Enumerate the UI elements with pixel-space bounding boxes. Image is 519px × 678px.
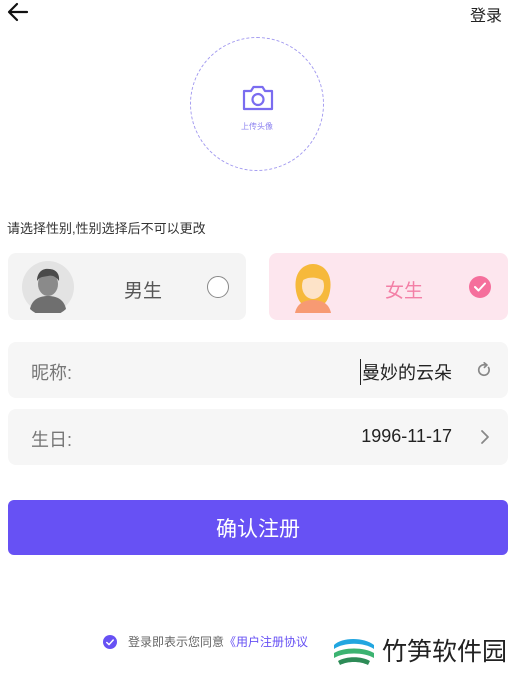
gender-label-male: 男生	[124, 281, 163, 302]
user-agreement-link[interactable]: 《用户注册协议	[224, 633, 308, 650]
nickname-input[interactable]: 曼妙的云朵	[360, 359, 452, 385]
bamboo-logo-icon	[333, 629, 375, 671]
birthday-label: 生日:	[31, 430, 73, 450]
gender-hint: 请选择性别,性别选择后不可以更改	[7, 221, 206, 236]
chevron-right-icon[interactable]	[480, 429, 490, 445]
agreement-checkbox[interactable]	[103, 634, 117, 649]
upload-avatar-label: 上传头像	[241, 122, 273, 131]
birthday-value[interactable]: 1996-11-17	[361, 426, 452, 447]
avatar-upload[interactable]: 上传头像	[190, 37, 324, 171]
agreement-text: 登录即表示您同意	[128, 635, 225, 649]
gender-option-female[interactable]: 女生	[269, 253, 508, 320]
nickname-label: 昵称:	[31, 363, 73, 383]
birthday-row[interactable]: 生日: 1996-11-17	[8, 409, 508, 465]
watermark-text: 竹笋软件园	[382, 638, 508, 666]
back-button[interactable]	[6, 0, 32, 26]
male-avatar-icon	[22, 261, 74, 313]
watermark: 竹笋软件园	[332, 628, 507, 672]
camera-icon	[242, 85, 274, 111]
gender-label-female: 女生	[385, 281, 424, 302]
male-radio[interactable]	[207, 276, 229, 298]
agreement: 登录即表示您同意 《用户注册协议	[103, 633, 308, 650]
female-radio[interactable]	[469, 276, 491, 298]
confirm-register-button[interactable]: 确认注册	[8, 500, 508, 555]
login-link[interactable]: 登录	[470, 2, 502, 26]
arrow-left-icon	[7, 2, 29, 22]
gender-option-male[interactable]: 男生	[8, 253, 246, 320]
check-icon	[106, 638, 114, 645]
check-icon	[474, 282, 486, 292]
female-avatar-icon	[295, 264, 331, 313]
nickname-row: 昵称: 曼妙的云朵	[8, 342, 508, 398]
refresh-icon[interactable]	[476, 362, 492, 378]
